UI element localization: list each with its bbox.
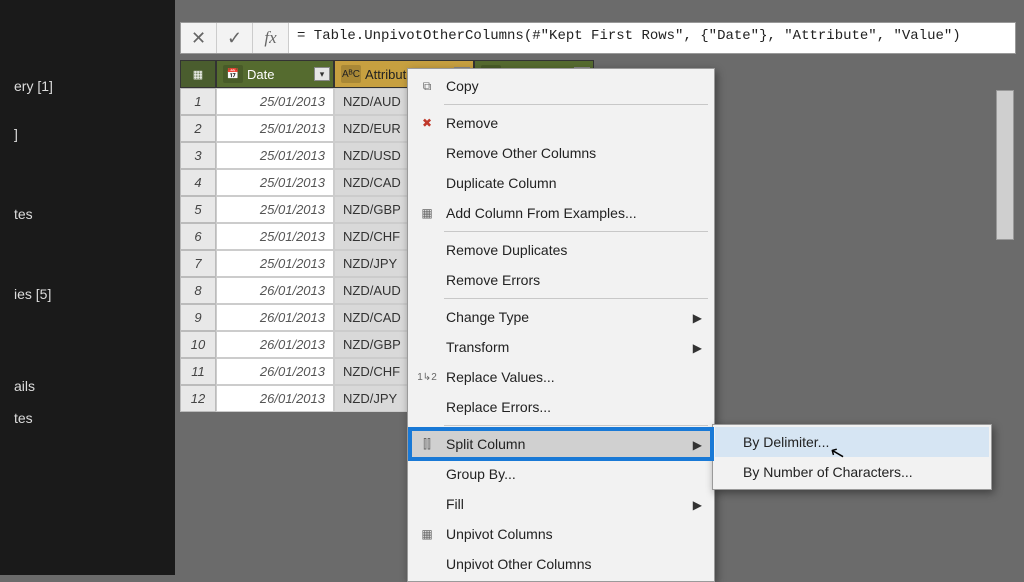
menu-group-by[interactable]: Group By... <box>410 459 712 489</box>
add-column-icon: ▦ <box>418 204 436 222</box>
cell-date[interactable]: 26/01/2013 <box>216 385 334 412</box>
remove-icon: ✖ <box>418 114 436 132</box>
formula-input[interactable]: = Table.UnpivotOtherColumns(#"Kept First… <box>289 23 1015 53</box>
cell-date[interactable]: 25/01/2013 <box>216 142 334 169</box>
column-header-date[interactable]: 📅 Date ▾ <box>216 60 334 88</box>
cell-date[interactable]: 25/01/2013 <box>216 88 334 115</box>
row-number: 2 <box>180 115 216 142</box>
cell-date[interactable]: 25/01/2013 <box>216 250 334 277</box>
cell-date[interactable]: 26/01/2013 <box>216 277 334 304</box>
cell-date[interactable]: 26/01/2013 <box>216 358 334 385</box>
menu-remove-duplicates[interactable]: Remove Duplicates <box>410 235 712 265</box>
filter-dropdown-icon[interactable]: ▾ <box>314 67 330 81</box>
submenu-by-delimiter[interactable]: By Delimiter... <box>715 427 989 457</box>
cell-date[interactable]: 26/01/2013 <box>216 331 334 358</box>
row-number: 9 <box>180 304 216 331</box>
row-number: 6 <box>180 223 216 250</box>
sidebar-item[interactable] <box>0 102 175 118</box>
vertical-scrollbar[interactable] <box>996 90 1014 240</box>
menu-add-from-examples[interactable]: ▦Add Column From Examples... <box>410 198 712 228</box>
cell-date[interactable]: 25/01/2013 <box>216 223 334 250</box>
formula-bar: ✕ ✓ fx = Table.UnpivotOtherColumns(#"Kep… <box>180 22 1016 54</box>
row-number: 5 <box>180 196 216 223</box>
sidebar-item[interactable]: tes <box>0 198 175 230</box>
cell-date[interactable]: 25/01/2013 <box>216 196 334 223</box>
sidebar-item[interactable]: ery [1] <box>0 70 175 102</box>
row-number: 8 <box>180 277 216 304</box>
table-icon[interactable]: ▦ <box>180 60 216 88</box>
date-type-icon: 📅 <box>223 65 243 83</box>
cell-date[interactable]: 26/01/2013 <box>216 304 334 331</box>
cancel-formula-button[interactable]: ✕ <box>181 23 217 53</box>
split-icon: ⫿⫿ <box>418 435 436 453</box>
menu-remove[interactable]: ✖Remove <box>410 108 712 138</box>
copy-icon: ⧉ <box>418 77 436 95</box>
split-column-submenu: By Delimiter... By Number of Characters.… <box>712 424 992 490</box>
sidebar-item[interactable]: tes <box>0 402 175 434</box>
sidebar-item[interactable]: ] <box>0 118 175 150</box>
menu-replace-errors[interactable]: Replace Errors... <box>410 392 712 422</box>
row-number: 12 <box>180 385 216 412</box>
column-context-menu: ⧉Copy ✖Remove Remove Other Columns Dupli… <box>407 68 715 582</box>
submenu-arrow-icon: ▶ <box>693 498 702 512</box>
column-label: Date <box>247 67 274 82</box>
accept-formula-button[interactable]: ✓ <box>217 23 253 53</box>
row-number: 11 <box>180 358 216 385</box>
submenu-arrow-icon: ▶ <box>693 438 702 452</box>
submenu-arrow-icon: ▶ <box>693 311 702 325</box>
menu-change-type[interactable]: Change Type▶ <box>410 302 712 332</box>
text-type-icon: AᴮC <box>341 65 361 83</box>
sidebar-item[interactable]: ies [5] <box>0 278 175 310</box>
cell-date[interactable]: 25/01/2013 <box>216 115 334 142</box>
menu-remove-other[interactable]: Remove Other Columns <box>410 138 712 168</box>
menu-duplicate[interactable]: Duplicate Column <box>410 168 712 198</box>
unpivot-icon: ▦ <box>418 525 436 543</box>
sidebar-item[interactable]: ails <box>0 370 175 402</box>
menu-unpivot[interactable]: ▦Unpivot Columns <box>410 519 712 549</box>
row-number: 1 <box>180 88 216 115</box>
submenu-by-number-characters[interactable]: By Number of Characters... <box>715 457 989 487</box>
queries-sidebar: ery [1] ] tes ies [5] ails tes <box>0 0 175 575</box>
submenu-arrow-icon: ▶ <box>693 341 702 355</box>
menu-remove-errors[interactable]: Remove Errors <box>410 265 712 295</box>
fx-icon[interactable]: fx <box>253 23 289 53</box>
menu-split-column[interactable]: ⫿⫿Split Column▶ <box>410 429 712 459</box>
cell-date[interactable]: 25/01/2013 <box>216 169 334 196</box>
row-number: 10 <box>180 331 216 358</box>
replace-icon: 1↳2 <box>418 368 436 386</box>
row-number: 7 <box>180 250 216 277</box>
menu-copy[interactable]: ⧉Copy <box>410 71 712 101</box>
row-number: 3 <box>180 142 216 169</box>
row-number: 4 <box>180 169 216 196</box>
menu-replace-values[interactable]: 1↳2Replace Values... <box>410 362 712 392</box>
menu-transform[interactable]: Transform▶ <box>410 332 712 362</box>
menu-fill[interactable]: Fill▶ <box>410 489 712 519</box>
